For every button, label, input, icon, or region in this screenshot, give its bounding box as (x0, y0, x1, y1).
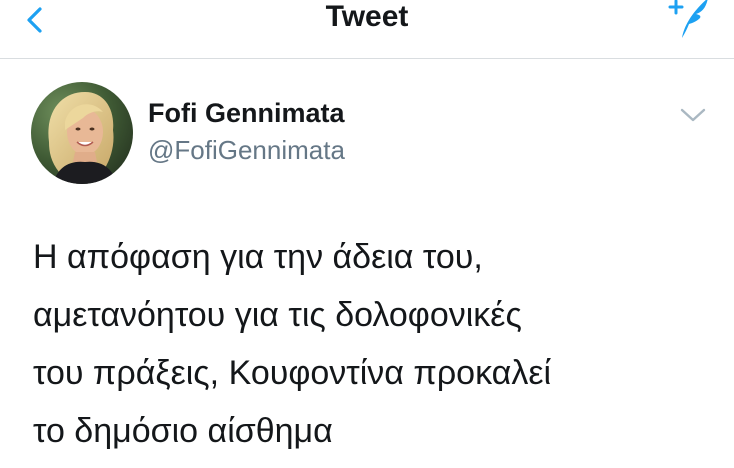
tweet-text-line: αμετανόητου για τις δολοφονικές (33, 296, 522, 334)
tweet-text: Η απόφαση για την άδεια του, αμετανόητου… (33, 228, 723, 460)
tweet-text-line: Η απόφαση για την άδεια του, (33, 238, 483, 276)
compose-tweet-button[interactable] (662, 0, 712, 44)
tweet-text-line: του πράξεις, Κουφοντίνα προκαλεί (33, 354, 552, 392)
chevron-down-icon (680, 108, 706, 122)
author-name[interactable]: Fofi Gennimata (148, 97, 345, 129)
page-title: Tweet (325, 0, 409, 33)
nav-header: Tweet (0, 0, 734, 59)
tweet-menu-button[interactable] (678, 104, 708, 126)
tweet-detail-screen: Tweet Fofi Gennimata @FofiGennimata Η απ… (0, 0, 734, 468)
author-handle[interactable]: @FofiGennimata (148, 134, 345, 166)
avatar[interactable] (31, 82, 133, 184)
tweet-text-line: το δημόσιο αίσθημα (33, 412, 333, 450)
compose-tweet-icon (668, 0, 708, 38)
profile-photo (31, 82, 133, 184)
